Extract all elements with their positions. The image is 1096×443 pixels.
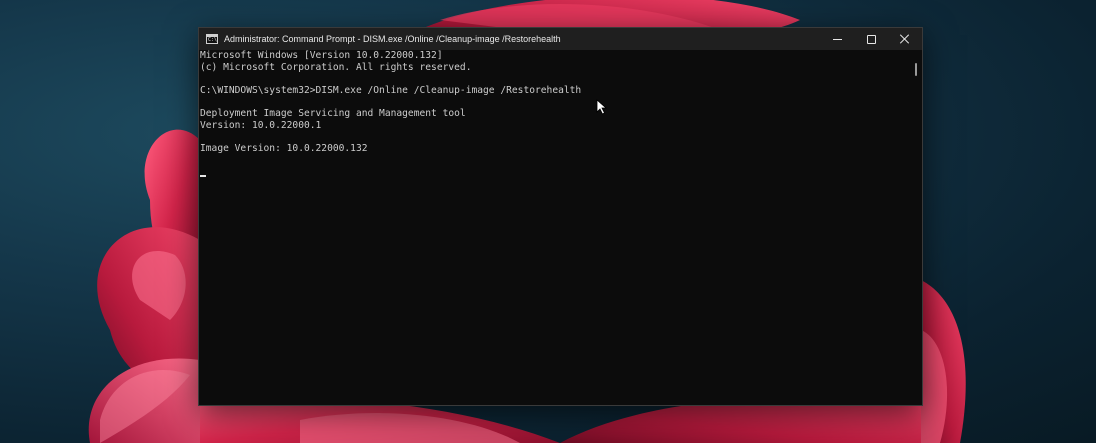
close-icon bbox=[900, 34, 910, 44]
console-line: Microsoft Windows [Version 10.0.22000.13… bbox=[200, 50, 443, 61]
console-output[interactable]: Microsoft Windows [Version 10.0.22000.13… bbox=[199, 50, 910, 405]
command-prompt-icon: C:\ bbox=[206, 34, 218, 44]
console-cursor-line[interactable] bbox=[199, 166, 910, 178]
command-prompt-window[interactable]: C:\ Administrator: Command Prompt - DISM… bbox=[198, 27, 923, 406]
desktop-wallpaper: C:\ Administrator: Command Prompt - DISM… bbox=[0, 0, 1096, 443]
console-line: Version: 10.0.22000.1 bbox=[200, 119, 322, 131]
scrollbar-thumb[interactable] bbox=[915, 63, 917, 76]
command-prompt-icon-label: C:\ bbox=[208, 37, 218, 43]
console-line: Deployment Image Servicing and Managemen… bbox=[200, 107, 466, 119]
title-bar[interactable]: C:\ Administrator: Command Prompt - DISM… bbox=[199, 28, 922, 50]
mouse-pointer-icon bbox=[596, 99, 608, 115]
maximize-button[interactable] bbox=[854, 28, 888, 50]
window-title: Administrator: Command Prompt - DISM.exe… bbox=[224, 34, 561, 44]
text-cursor bbox=[200, 174, 206, 177]
minimize-button[interactable] bbox=[820, 28, 854, 50]
vertical-scrollbar[interactable] bbox=[910, 50, 922, 405]
maximize-icon bbox=[866, 34, 876, 44]
console-line: C:\WINDOWS\system32>DISM.exe /Online /Cl… bbox=[200, 84, 582, 96]
caption-buttons bbox=[820, 28, 922, 50]
close-button[interactable] bbox=[888, 28, 922, 50]
console-line: Image Version: 10.0.22000.132 bbox=[200, 142, 368, 154]
minimize-icon bbox=[832, 38, 842, 40]
console-line: (c) Microsoft Corporation. All rights re… bbox=[200, 61, 472, 73]
